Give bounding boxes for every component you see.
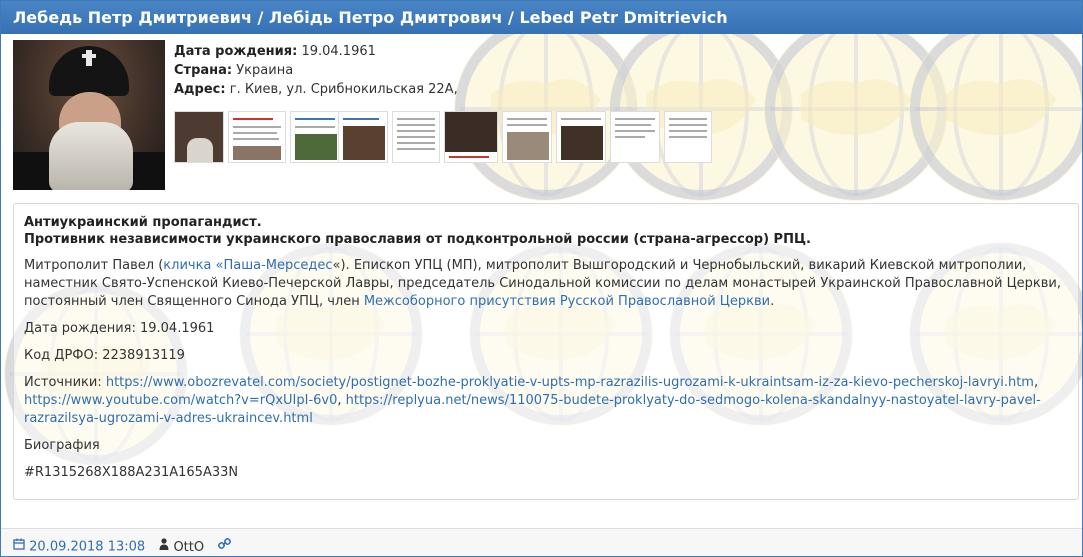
thumbnail-4[interactable] <box>338 111 388 163</box>
record-footer: 20.09.2018 13:08 OttO <box>1 528 1082 556</box>
page-title: Лебедь Петр Дмитриевич / Лебідь Петро Дм… <box>1 1 1082 34</box>
birth-date-label: Дата рождения: <box>174 44 298 59</box>
sources-label: Источники: <box>24 375 106 390</box>
thumbnail-gallery <box>174 111 714 163</box>
country-label: Страна: <box>174 63 233 78</box>
thumbnail-6[interactable] <box>444 111 498 163</box>
author[interactable]: OttO <box>159 538 208 555</box>
user-icon <box>159 529 169 556</box>
biography-heading: Биография <box>24 438 100 453</box>
thumbnail-8[interactable] <box>556 111 606 163</box>
council-link[interactable]: Межсоборного присутствия Русской Правосл… <box>364 294 770 309</box>
thumbnail-7[interactable] <box>502 111 552 163</box>
thumbnail-9[interactable] <box>610 111 660 163</box>
post-date: 20.09.2018 13:08 <box>29 539 146 555</box>
bio-paragraph: Митрополит Павел (кличка «Паша-Мерседес«… <box>24 258 1062 309</box>
profile-photo[interactable] <box>13 40 165 190</box>
profile-meta: Дата рождения: 19.04.1961 Страна: Украин… <box>174 42 458 99</box>
thumbnail-1[interactable] <box>174 111 224 163</box>
thumbnail-10[interactable] <box>664 111 712 163</box>
source-link-1[interactable]: https://www.obozrevatel.com/society/post… <box>106 375 1034 390</box>
hash-code: #R1315268X188A231A165A33N <box>24 465 239 480</box>
thumbnail-3[interactable] <box>290 111 340 163</box>
thumbnail-5[interactable] <box>392 111 440 163</box>
lead-line-2: Противник независимости украинского прав… <box>24 232 811 247</box>
birth-date-row: Дата рождения: 19.04.1961 <box>174 42 458 61</box>
address-value: г. Киев, ул. Срибнокильская 22А, <box>229 82 458 97</box>
country-value: Украина <box>236 63 294 78</box>
nickname-link[interactable]: кличка «Паша-Мерседес <box>163 258 332 273</box>
drfo-line: Код ДРФО: 2238913119 <box>24 348 185 363</box>
record-panel: Лебедь Петр Дмитриевич / Лебідь Петро Дм… <box>0 0 1083 557</box>
author-name: OttO <box>173 539 205 555</box>
address-row: Адрес: г. Киев, ул. Срибнокильская 22А, <box>174 80 458 99</box>
description-box: Антиукраинский пропагандист. Противник н… <box>13 203 1079 500</box>
thumbnail-2[interactable] <box>228 111 286 163</box>
source-link-2[interactable]: https://www.youtube.com/watch?v=rQxUIpI-… <box>24 393 337 408</box>
calendar-icon <box>13 529 25 556</box>
birth-date-value: 19.04.1961 <box>301 44 376 59</box>
birth-date-line: Дата рождения: 19.04.1961 <box>24 321 215 336</box>
lead-line-1: Антиукраинский пропагандист. <box>24 215 262 230</box>
permalink-icon[interactable] <box>218 529 232 556</box>
sources-paragraph: Источники: https://www.obozrevatel.com/s… <box>24 375 1041 426</box>
country-row: Страна: Украина <box>174 61 458 80</box>
address-label: Адрес: <box>174 82 226 97</box>
